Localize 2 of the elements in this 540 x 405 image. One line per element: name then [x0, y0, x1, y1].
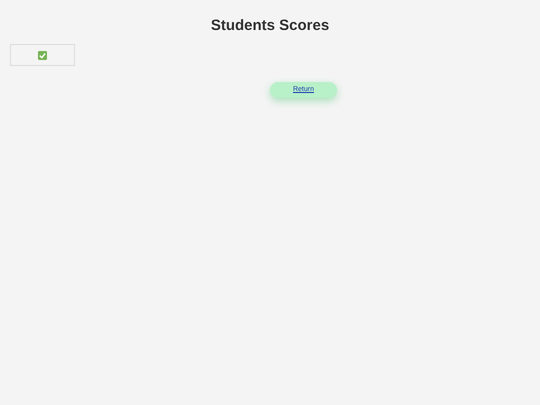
check-icon	[38, 50, 47, 60]
page-title: Students Scores	[210, 16, 330, 36]
